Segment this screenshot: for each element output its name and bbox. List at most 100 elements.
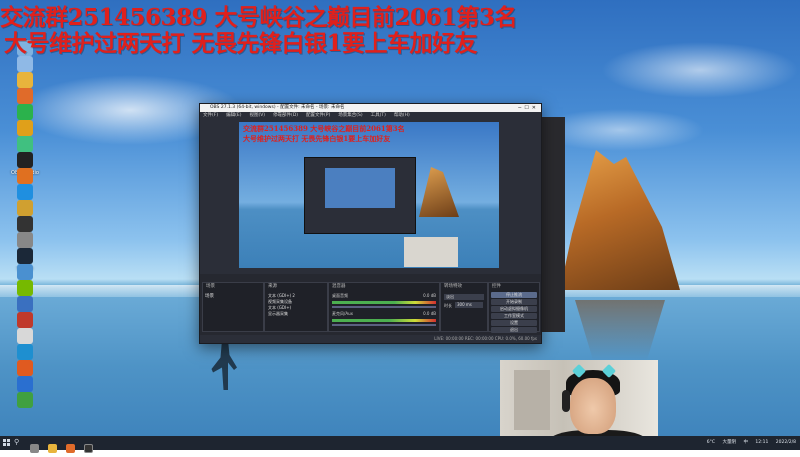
- start-recording-button[interactable]: 开始录制: [491, 299, 537, 305]
- app-icon: [17, 360, 33, 376]
- controls-buttons: 停止推流 开始录制 启动虚拟摄像机 工作室模式 设置 退出: [489, 291, 539, 334]
- webcam-headset: [562, 390, 570, 412]
- source-item[interactable]: 显示器采集: [268, 311, 295, 317]
- transitions-dock-title: 转场特效: [444, 284, 462, 289]
- preview-webcam: [404, 237, 458, 267]
- taskbar: ⚲ 6°C 大量阴 中 12:11 2022/2/8: [0, 436, 800, 453]
- obs-icon: [17, 152, 33, 168]
- obs-menu-item[interactable]: 编辑(E): [226, 113, 241, 118]
- transitions-dock: 转场特效 淡出 时长 300 ms: [440, 282, 488, 332]
- preview-overlay-line2: 大号维护过两天打 无畏先锋白银1要上车加好友: [243, 134, 391, 143]
- preview-overlay-line1: 交流群251456389 大号峡谷之巅目前2061第3名: [243, 124, 405, 133]
- obs-docks: 场景 场景 来源 文本 (GDI+) 2 视频采集设备 文本 (GDI+) 显示…: [200, 274, 541, 343]
- app-icon: [17, 88, 33, 104]
- controls-dock-title: 控件: [492, 284, 501, 289]
- folder-icon: [17, 72, 33, 88]
- maximize-icon[interactable]: ☐: [524, 105, 531, 111]
- duration-field[interactable]: 300 ms: [455, 302, 483, 308]
- wechat-icon: [17, 104, 33, 120]
- preview-overlay-text: 交流群251456389 大号峡谷之巅目前2061第3名 大号维护过两天打 无畏…: [243, 124, 405, 144]
- edge-icon: [17, 344, 33, 360]
- preview-nested-window: [304, 157, 416, 234]
- webcam-background-shelf: [514, 370, 550, 430]
- app-icon: [17, 168, 33, 184]
- settings-button[interactable]: 设置: [491, 320, 537, 326]
- volume-slider[interactable]: [332, 324, 436, 326]
- steam-icon: [17, 248, 33, 264]
- wallpaper-rock: [560, 150, 680, 290]
- obs-icon[interactable]: [84, 444, 94, 453]
- sources-list: 文本 (GDI+) 2 视频采集设备 文本 (GDI+) 显示器采集: [268, 293, 295, 317]
- mixer-dock: 混音器 桌面音频 0.0 dB 麦克风/Aux 0.0 dB: [328, 282, 440, 332]
- windows-start-icon[interactable]: [3, 439, 11, 447]
- obs-preview[interactable]: 交流群251456389 大号峡谷之巅目前2061第3名 大号维护过两天打 无畏…: [239, 122, 499, 268]
- obs-menu-item[interactable]: 工具(T): [371, 113, 386, 118]
- desktop-icon[interactable]: [2, 392, 48, 430]
- shield-icon: [17, 376, 33, 392]
- volume-meter: [332, 319, 436, 322]
- computer-icon: [17, 56, 33, 72]
- app-icon: [17, 136, 33, 152]
- tray-language[interactable]: 中: [743, 440, 748, 445]
- obs-title-text: OBS 27.1.3 (64-bit, windows) - 配置文件: 未命名…: [210, 105, 345, 110]
- desktop-wallpaper: OBS StudioSteam OBS 27.1.3 (64-bit, wind…: [0, 0, 800, 436]
- scene-item[interactable]: 场景: [205, 293, 214, 299]
- taskbar-apps: [30, 438, 97, 453]
- volume-meter: [332, 301, 436, 304]
- mixer-track: 桌面音频 0.0 dB: [332, 293, 436, 308]
- file-explorer-icon[interactable]: [48, 444, 58, 453]
- app-icon: [17, 232, 33, 248]
- close-icon[interactable]: ✕: [532, 105, 539, 111]
- tray-weather[interactable]: 大量阴: [723, 440, 737, 445]
- scenes-dock: 场景 场景: [202, 282, 264, 332]
- search-icon[interactable]: ⚲: [14, 438, 19, 446]
- app-icon: [17, 328, 33, 344]
- scenes-dock-title: 场景: [206, 284, 215, 289]
- duration-label: 时长: [444, 303, 452, 308]
- obs-menu-item[interactable]: 配置文件(P): [306, 113, 330, 118]
- studio-mode-button[interactable]: 工作室模式: [491, 313, 537, 319]
- mixer-track-level: 0.0 dB: [423, 311, 436, 316]
- stop-streaming-button[interactable]: 停止推流: [491, 292, 537, 298]
- app-icon: [17, 296, 33, 312]
- transition-select[interactable]: 淡出: [444, 294, 484, 300]
- mixer-track-name: 麦克风/Aux: [332, 311, 353, 316]
- controls-dock: 控件 停止推流 开始录制 启动虚拟摄像机 工作室模式 设置 退出: [488, 282, 540, 334]
- nvidia-icon: [17, 280, 33, 296]
- mixer-dock-title: 混音器: [332, 284, 346, 289]
- obs-menu-item[interactable]: 视图(V): [249, 113, 265, 118]
- sources-dock-title: 来源: [268, 284, 277, 289]
- app-icon: [17, 264, 33, 280]
- task-view-icon[interactable]: [30, 444, 39, 453]
- tray-temperature: 6°C: [706, 440, 716, 445]
- obs-menu-item[interactable]: 帮助(H): [394, 113, 410, 118]
- obs-menu-item[interactable]: 场景集合(S): [338, 113, 362, 118]
- mixer-track-name: 桌面音频: [332, 293, 348, 298]
- app-icon: [17, 312, 33, 328]
- system-tray: 6°C 大量阴 中 12:11 2022/2/8: [701, 436, 796, 450]
- tray-clock[interactable]: 12:11 2022/2/8: [755, 440, 796, 445]
- obs-title-bar[interactable]: OBS 27.1.3 (64-bit, windows) - 配置文件: 未命名…: [200, 104, 541, 112]
- tray-time: 12:11: [755, 440, 769, 445]
- obs-menu-bar: 文件(F) 编辑(E) 视图(V) 停靠部件(D) 配置文件(P) 场景集合(S) 工具(T…: [200, 112, 541, 120]
- mixer-track-level: 0.0 dB: [423, 293, 436, 298]
- window-controls: ─☐✕: [518, 104, 539, 112]
- app-icon[interactable]: [66, 444, 76, 453]
- obs-status-bar: LIVE: 00:00:00 REC: 00:00:00 CPU: 0.0%, …: [200, 335, 541, 343]
- preview-nested-preview: [325, 168, 395, 208]
- app-icon: [17, 392, 33, 408]
- app-icon: [17, 120, 33, 136]
- obs-window: OBS 27.1.3 (64-bit, windows) - 配置文件: 未命名…: [199, 103, 542, 344]
- qq-icon: [17, 184, 33, 200]
- volume-slider[interactable]: [332, 306, 436, 308]
- sources-dock: 来源 文本 (GDI+) 2 视频采集设备 文本 (GDI+) 显示器采集: [264, 282, 328, 332]
- tray-date: 2022/2/8: [775, 440, 796, 445]
- background-window-sidebar: [540, 117, 565, 332]
- mixer-track: 麦克风/Aux 0.0 dB: [332, 311, 436, 326]
- obs-menu-item[interactable]: 停靠部件(D): [273, 113, 298, 118]
- obs-menu-item[interactable]: 文件(F): [203, 113, 218, 118]
- exit-button[interactable]: 退出: [491, 327, 537, 333]
- app-icon: [17, 200, 33, 216]
- virtual-camera-button[interactable]: 启动虚拟摄像机: [491, 306, 537, 312]
- stream-overlay-line2: 大号维护过两天打 无畏先锋白银1要上车加好友: [4, 30, 478, 57]
